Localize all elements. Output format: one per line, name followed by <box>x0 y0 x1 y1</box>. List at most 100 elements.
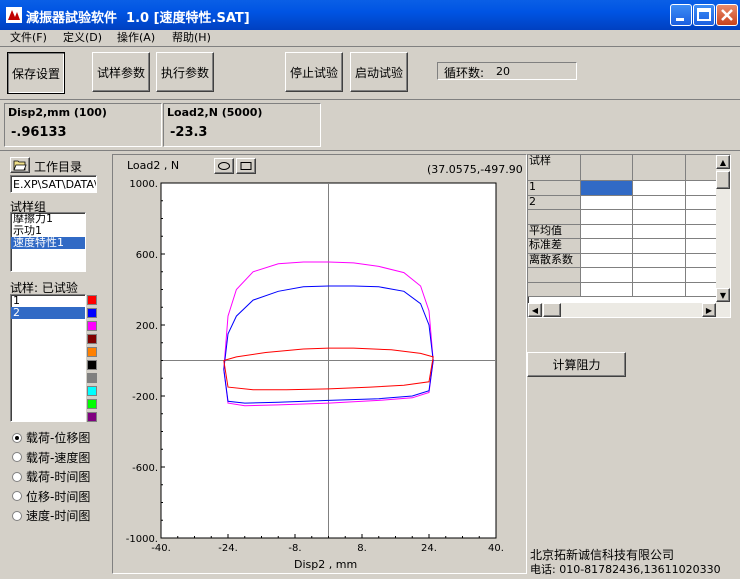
maximize-button[interactable] <box>693 4 715 26</box>
cycle-count-label: 循环数: <box>444 66 485 80</box>
grid-row-header[interactable]: 标准差 <box>528 239 581 254</box>
menu-help[interactable]: 帮助(H) <box>172 30 211 46</box>
stop-test-button[interactable]: 停止试验 <box>285 52 343 92</box>
color-swatch[interactable] <box>87 308 97 318</box>
grid-column-header[interactable] <box>633 155 686 181</box>
grid-cell[interactable] <box>581 268 633 283</box>
workdir-path-text: E.XP\SAT\DATA\ <box>13 178 97 191</box>
x-tick-label: -8. <box>288 543 301 554</box>
grid-cell[interactable] <box>633 282 686 297</box>
sample-item[interactable]: 1 <box>11 295 85 307</box>
sample-group-list[interactable]: 摩擦力1 示功1 速度特性1 <box>10 212 86 272</box>
grid-row-header[interactable] <box>528 268 581 283</box>
grid-cell[interactable] <box>633 268 686 283</box>
y-tick-label: 600. <box>136 250 158 261</box>
menu-operate[interactable]: 操作(A) <box>117 30 155 46</box>
menu-file[interactable]: 文件(F) <box>10 30 47 46</box>
color-swatch[interactable] <box>87 386 97 396</box>
save-settings-button[interactable]: 保存设置 <box>7 52 65 94</box>
group-item-selected[interactable]: 速度特性1 <box>11 237 85 249</box>
close-button[interactable] <box>716 4 738 26</box>
color-swatch[interactable] <box>87 347 97 357</box>
grid-vscrollbar[interactable]: ▲ ▼ <box>716 155 730 303</box>
main-divider <box>0 150 740 151</box>
grid-cell[interactable] <box>686 253 718 268</box>
grid-cell[interactable] <box>686 195 718 210</box>
color-swatch[interactable] <box>87 373 97 383</box>
grid-cell[interactable] <box>686 224 718 239</box>
color-swatch[interactable] <box>87 321 97 331</box>
color-swatch[interactable] <box>87 412 97 422</box>
grid-row-header[interactable] <box>528 282 581 297</box>
grid-row-header[interactable]: 离散系数 <box>528 253 581 268</box>
app-icon <box>6 7 22 23</box>
grid-cell[interactable] <box>633 253 686 268</box>
y-tick-label: 1000. <box>129 179 158 190</box>
grid-row-header[interactable]: 1 <box>528 181 581 196</box>
calculate-damping-button[interactable]: 计算阻力 <box>527 352 626 377</box>
open-folder-button[interactable] <box>10 157 30 173</box>
plot-mode-radio[interactable]: 载荷-速度图 <box>12 449 90 466</box>
color-swatch[interactable] <box>87 295 97 305</box>
grid-column-header[interactable] <box>581 155 633 181</box>
exec-params-button[interactable]: 执行参数 <box>156 52 214 92</box>
sample-params-button[interactable]: 试样参数 <box>92 52 150 92</box>
group-item[interactable]: 摩擦力1 <box>11 213 85 225</box>
color-swatch[interactable] <box>87 399 97 409</box>
y-tick-label: 200. <box>136 321 158 332</box>
hscroll-thumb[interactable] <box>543 303 561 317</box>
grid-cell[interactable] <box>686 282 718 297</box>
grid-header-cell[interactable]: 试样 <box>528 155 581 181</box>
y-tick-label: -600. <box>132 463 158 474</box>
grid-cell[interactable] <box>581 282 633 297</box>
minimize-button[interactable] <box>670 4 692 26</box>
grid-cell[interactable] <box>581 210 633 225</box>
grid-cell[interactable] <box>633 239 686 254</box>
grid-cell[interactable] <box>633 224 686 239</box>
grid-cell[interactable] <box>686 181 718 196</box>
grid-cell[interactable] <box>581 239 633 254</box>
plot-mode-radio[interactable]: 载荷-时间图 <box>12 468 90 485</box>
sample-item-selected[interactable]: 2 <box>11 307 85 319</box>
results-grid[interactable]: 试样 1 2 平均值 标准差 离散系数 ▲ ▼ ◀ ▶ <box>527 154 731 318</box>
start-test-button[interactable]: 启动试验 <box>350 52 408 92</box>
plot-mode-label: 速度-时间图 <box>26 509 91 523</box>
grid-hscrollbar[interactable]: ◀ ▶ <box>528 303 730 317</box>
scroll-thumb[interactable] <box>716 171 730 189</box>
scroll-right-button[interactable]: ▶ <box>702 303 716 317</box>
radio-dot <box>12 432 22 443</box>
grid-cell[interactable] <box>686 268 718 283</box>
workdir-path-field[interactable]: E.XP\SAT\DATA\ <box>10 175 97 193</box>
grid-cell[interactable] <box>686 210 718 225</box>
grid-cell[interactable] <box>581 181 633 196</box>
scroll-left-button[interactable]: ◀ <box>528 303 542 317</box>
grid-cell[interactable] <box>686 239 718 254</box>
scroll-up-button[interactable]: ▲ <box>716 155 730 169</box>
color-swatch[interactable] <box>87 360 97 370</box>
grid-row-header[interactable] <box>528 210 581 225</box>
samples-list[interactable]: 1 2 <box>10 294 86 422</box>
x-tick-label: -40. <box>151 543 171 554</box>
grid-cell[interactable] <box>581 195 633 210</box>
menu-define[interactable]: 定义(D) <box>63 30 102 46</box>
grid-column-header[interactable] <box>686 155 718 181</box>
radio-dot <box>12 510 22 521</box>
grid-row-header[interactable]: 平均值 <box>528 224 581 239</box>
grid-row-header[interactable]: 2 <box>528 195 581 210</box>
color-swatch[interactable] <box>87 334 97 344</box>
grid-cell[interactable] <box>633 195 686 210</box>
title-bar: 減振器試验软件 1.0 [速度特性.SAT] <box>0 0 740 30</box>
grid-cell[interactable] <box>581 224 633 239</box>
x-tick-label: 24. <box>421 543 437 554</box>
group-item[interactable]: 示功1 <box>11 225 85 237</box>
window-title: 減振器試验软件 1.0 [速度特性.SAT] <box>26 11 250 26</box>
grid-cell[interactable] <box>633 181 686 196</box>
plot-mode-radio[interactable]: 速度-时间图 <box>12 507 90 524</box>
grid-cell[interactable] <box>581 253 633 268</box>
close-icon <box>721 9 733 21</box>
load-displacement-chart[interactable]: 1000.600.200.-200.-600.-1000.-40. -24. -8.… <box>113 155 526 573</box>
plot-mode-radio[interactable]: 载荷-位移图 <box>12 429 90 446</box>
plot-mode-radio[interactable]: 位移-时间图 <box>12 488 90 505</box>
scroll-down-button[interactable]: ▼ <box>716 288 730 302</box>
grid-cell[interactable] <box>633 210 686 225</box>
